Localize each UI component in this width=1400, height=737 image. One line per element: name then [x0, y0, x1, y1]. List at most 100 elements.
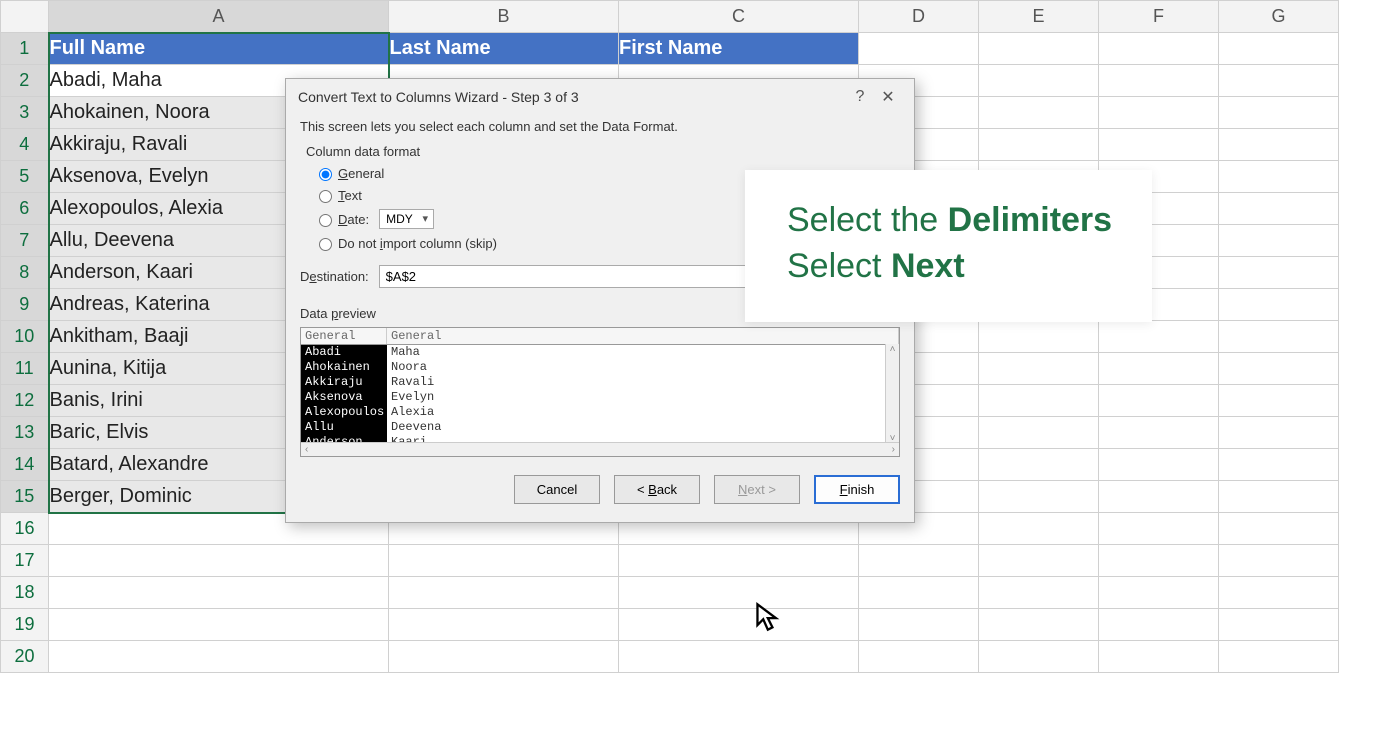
cell-D19[interactable]	[859, 609, 979, 641]
cell-D1[interactable]	[859, 33, 979, 65]
cell-E15[interactable]	[979, 481, 1099, 513]
column-header-E[interactable]: E	[979, 1, 1099, 33]
cell-G5[interactable]	[1219, 161, 1339, 193]
cell-E10[interactable]	[979, 321, 1099, 353]
row-header-16[interactable]: 16	[1, 513, 49, 545]
select-all-corner[interactable]	[1, 1, 49, 33]
cell-E12[interactable]	[979, 385, 1099, 417]
row-header-12[interactable]: 12	[1, 385, 49, 417]
cell-E14[interactable]	[979, 449, 1099, 481]
preview-column-1[interactable]: AbadiAhokainenAkkirajuAksenovaAlexopoulo…	[301, 345, 387, 450]
row-header-10[interactable]: 10	[1, 321, 49, 353]
cell-E16[interactable]	[979, 513, 1099, 545]
data-preview[interactable]: General General AbadiAhokainenAkkirajuAk…	[300, 327, 900, 457]
cell-G16[interactable]	[1219, 513, 1339, 545]
cell-G2[interactable]	[1219, 65, 1339, 97]
cell-G10[interactable]	[1219, 321, 1339, 353]
cell-A19[interactable]	[49, 609, 389, 641]
cell-E18[interactable]	[979, 577, 1099, 609]
cell-F16[interactable]	[1099, 513, 1219, 545]
row-header-20[interactable]: 20	[1, 641, 49, 673]
cell-B19[interactable]	[389, 609, 619, 641]
help-icon[interactable]: ?	[846, 88, 874, 106]
cell-C20[interactable]	[619, 641, 859, 673]
cell-G7[interactable]	[1219, 225, 1339, 257]
row-header-3[interactable]: 3	[1, 97, 49, 129]
close-icon[interactable]: ✕	[874, 87, 902, 107]
cell-C18[interactable]	[619, 577, 859, 609]
cell-G4[interactable]	[1219, 129, 1339, 161]
column-header-A[interactable]: A	[49, 1, 389, 33]
preview-column-2[interactable]: MahaNooraRavaliEvelynAlexiaDeevenaKaari	[387, 345, 899, 450]
cell-G19[interactable]	[1219, 609, 1339, 641]
row-header-7[interactable]: 7	[1, 225, 49, 257]
cell-G20[interactable]	[1219, 641, 1339, 673]
row-header-14[interactable]: 14	[1, 449, 49, 481]
cell-G3[interactable]	[1219, 97, 1339, 129]
cell-F3[interactable]	[1099, 97, 1219, 129]
radio-general-input[interactable]	[319, 168, 332, 181]
preview-vscroll[interactable]: ˄˅	[885, 344, 899, 444]
cell-D20[interactable]	[859, 641, 979, 673]
cell-E19[interactable]	[979, 609, 1099, 641]
cell-G15[interactable]	[1219, 481, 1339, 513]
cell-F1[interactable]	[1099, 33, 1219, 65]
cell-E2[interactable]	[979, 65, 1099, 97]
row-header-4[interactable]: 4	[1, 129, 49, 161]
radio-text-input[interactable]	[319, 190, 332, 203]
row-header-2[interactable]: 2	[1, 65, 49, 97]
row-header-13[interactable]: 13	[1, 417, 49, 449]
cell-F12[interactable]	[1099, 385, 1219, 417]
cell-G8[interactable]	[1219, 257, 1339, 289]
radio-date-input[interactable]	[319, 214, 332, 227]
cell-E3[interactable]	[979, 97, 1099, 129]
cell-C17[interactable]	[619, 545, 859, 577]
cell-F13[interactable]	[1099, 417, 1219, 449]
back-button[interactable]: < Back	[614, 475, 700, 504]
cell-C1[interactable]: First Name	[619, 33, 859, 65]
cell-E13[interactable]	[979, 417, 1099, 449]
cell-G1[interactable]	[1219, 33, 1339, 65]
row-header-15[interactable]: 15	[1, 481, 49, 513]
cell-B1[interactable]: Last Name	[389, 33, 619, 65]
cell-F17[interactable]	[1099, 545, 1219, 577]
cell-D17[interactable]	[859, 545, 979, 577]
cell-G13[interactable]	[1219, 417, 1339, 449]
cell-F11[interactable]	[1099, 353, 1219, 385]
row-header-9[interactable]: 9	[1, 289, 49, 321]
cell-A17[interactable]	[49, 545, 389, 577]
preview-hscroll[interactable]: ‹›	[301, 442, 899, 456]
radio-skip-input[interactable]	[319, 238, 332, 251]
row-header-8[interactable]: 8	[1, 257, 49, 289]
cell-F19[interactable]	[1099, 609, 1219, 641]
row-header-6[interactable]: 6	[1, 193, 49, 225]
cell-F20[interactable]	[1099, 641, 1219, 673]
cell-G12[interactable]	[1219, 385, 1339, 417]
cell-E20[interactable]	[979, 641, 1099, 673]
column-header-C[interactable]: C	[619, 1, 859, 33]
cell-F10[interactable]	[1099, 321, 1219, 353]
cell-F4[interactable]	[1099, 129, 1219, 161]
row-header-1[interactable]: 1	[1, 33, 49, 65]
row-header-5[interactable]: 5	[1, 161, 49, 193]
row-header-18[interactable]: 18	[1, 577, 49, 609]
cell-A20[interactable]	[49, 641, 389, 673]
cell-G18[interactable]	[1219, 577, 1339, 609]
date-format-select[interactable]: MDY	[379, 209, 434, 229]
cell-B17[interactable]	[389, 545, 619, 577]
cell-B20[interactable]	[389, 641, 619, 673]
cell-E17[interactable]	[979, 545, 1099, 577]
column-header-F[interactable]: F	[1099, 1, 1219, 33]
row-header-11[interactable]: 11	[1, 353, 49, 385]
column-header-B[interactable]: B	[389, 1, 619, 33]
cell-F18[interactable]	[1099, 577, 1219, 609]
cell-G11[interactable]	[1219, 353, 1339, 385]
cell-G14[interactable]	[1219, 449, 1339, 481]
row-header-19[interactable]: 19	[1, 609, 49, 641]
cell-E11[interactable]	[979, 353, 1099, 385]
cell-C19[interactable]	[619, 609, 859, 641]
cell-A1[interactable]: Full Name	[49, 33, 389, 65]
column-header-G[interactable]: G	[1219, 1, 1339, 33]
cell-E4[interactable]	[979, 129, 1099, 161]
row-header-17[interactable]: 17	[1, 545, 49, 577]
